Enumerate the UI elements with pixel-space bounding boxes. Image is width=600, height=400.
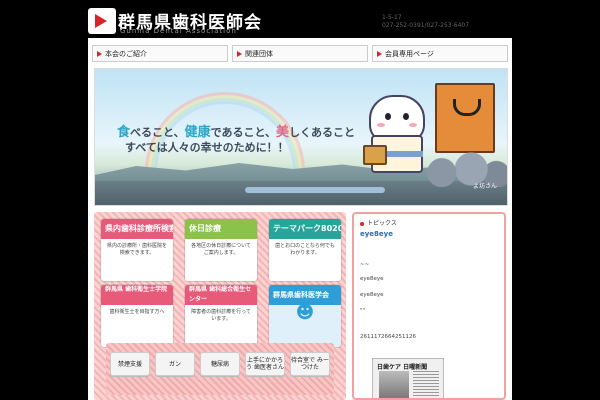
newspaper-photo [379,371,409,398]
tile-theme-park-8020[interactable]: テーマパーク8020 歯とお口のことなら何でもわかります。 [268,218,342,282]
tile-title: 群馬県 歯科衛生士学院 [101,285,173,305]
tile-body: 各地区の休日診療についてご案内します。 [185,239,257,281]
nav-item-label: 本会のご紹介 [105,50,147,58]
btn-waiting-room[interactable]: 待合室で みーつけた [290,352,330,376]
tagline-text: であること、 [210,126,277,139]
tile-body: 障害者の歯科診療を行っています。 [185,305,257,347]
site-logo[interactable]: 群馬県歯科医師会 Gunma Dental Association [88,8,261,35]
feed-line: ~~ [360,262,370,268]
nav-item-label: 関連団体 [245,50,273,58]
mascot-credit: よ坊さん [473,183,498,190]
nav-item-label: 会員専用ページ [385,50,434,58]
hero-tagline: 食べること、健康であること、美しくあること [117,121,355,140]
nav-item-about[interactable]: 本会のご紹介 [92,45,228,62]
nav-item-related[interactable]: 関連団体 [232,45,368,62]
feed-line: eye8eye [360,292,384,298]
tagline-text: べること、 [130,126,185,139]
newspaper-thumbnail[interactable]: 日歯ケア 日曜新聞 [372,358,444,398]
tile-hygienist-school[interactable]: 群馬県 歯科衛生士学院 歯科衛生士を目指す方へ [100,284,174,348]
arrow-right-icon [237,51,242,57]
feed-title-link[interactable]: eye8eye [360,230,393,238]
topics-panel: トピックス eye8eye ~~ eye8eye eye8eye "" 2611… [352,212,506,400]
btn-smoking[interactable]: 禁煙支援 [110,352,150,376]
tagline-highlight: 美 [276,125,290,140]
feed-line: 2611172664251126 [360,334,416,340]
nav-item-members[interactable]: 会員専用ページ [372,45,508,62]
tagline-highlight: 食 [117,125,131,140]
health-topics-box: 禁煙支援 ガン 糖尿病 上手にかかろう 歯医者さん 待合室で みーつけた [106,343,334,395]
logo-subtitle: Gunma Dental Association [120,27,237,35]
btn-dentist-tips[interactable]: 上手にかかろう 歯医者さん [245,352,285,376]
tile-title: 休日診療 [185,219,257,239]
tile-body: 県内の診療所・歯科医院を検索できます。 [101,239,173,281]
hero-banner: 食べること、健康であること、美しくあること すべては人々の幸せのために！！ よ坊… [94,68,508,206]
tooth-mascot [361,91,431,175]
tagline-highlight: 健康 [184,125,211,140]
main-content: 本会のご紹介 関連団体 会員専用ページ 食べること、健康であること、美しくあるこ… [88,38,512,400]
tile-clinic-search[interactable]: 県内歯科診療所検索 県内の診療所・歯科医院を検索できます。 [100,218,174,282]
logo-mark-icon [88,8,116,34]
arrow-right-icon [97,51,102,57]
feed-line: "" [360,308,366,314]
bullet-icon [360,221,364,226]
onsen-noren-icon [435,83,495,153]
global-nav: 本会のご紹介 関連団体 会員専用ページ [88,42,512,64]
hero-tagline-2: すべては人々の幸せのために！！ [125,141,289,154]
tagline-text: しくあること [289,126,356,139]
tile-holiday-clinic[interactable]: 休日診療 各地区の休日診療についてご案内します。 [184,218,258,282]
people-icon: ☻ [295,302,315,323]
tile-health-center[interactable]: 群馬県 歯科総合衛生センター 障害者の歯科診療を行っています。 [184,284,258,348]
tile-body: 歯科衛生士を目指す方へ [101,305,173,347]
bucket-icon [363,145,387,165]
address-line: 1-5-17 [382,14,402,21]
contact-info: 1-5-17 027-252-0391/027-253-6407 [382,14,469,30]
tile-title: 県内歯科診療所検索 [101,219,173,239]
river-graphic [245,187,385,193]
site-header: 群馬県歯科医師会 Gunma Dental Association 1-5-17… [0,0,600,38]
topics-heading-text: トピックス [367,220,397,227]
tile-title: テーマパーク8020 [269,219,341,239]
topics-heading: トピックス [360,218,397,227]
tile-body: ☻ [269,302,341,347]
tile-dental-society[interactable]: 群馬県歯科医学会 ☻ [268,284,342,348]
tile-title: 群馬県 歯科総合衛生センター [185,285,257,305]
feed-line: eye8eye [360,276,384,282]
service-panel: 県内歯科診療所検索 県内の診療所・歯科医院を検索できます。 休日診療 各地区の休… [94,212,346,400]
phone-line: 027-252-0391/027-253-6407 [382,22,470,29]
arrow-right-icon [377,51,382,57]
newspaper-text-lines [413,371,439,398]
tile-body: 歯とお口のことなら何でもわかります。 [269,239,341,281]
btn-cancer[interactable]: ガン [155,352,195,376]
newspaper-heading: 日歯ケア 日曜新聞 [377,364,428,371]
btn-diabetes[interactable]: 糖尿病 [200,352,240,376]
